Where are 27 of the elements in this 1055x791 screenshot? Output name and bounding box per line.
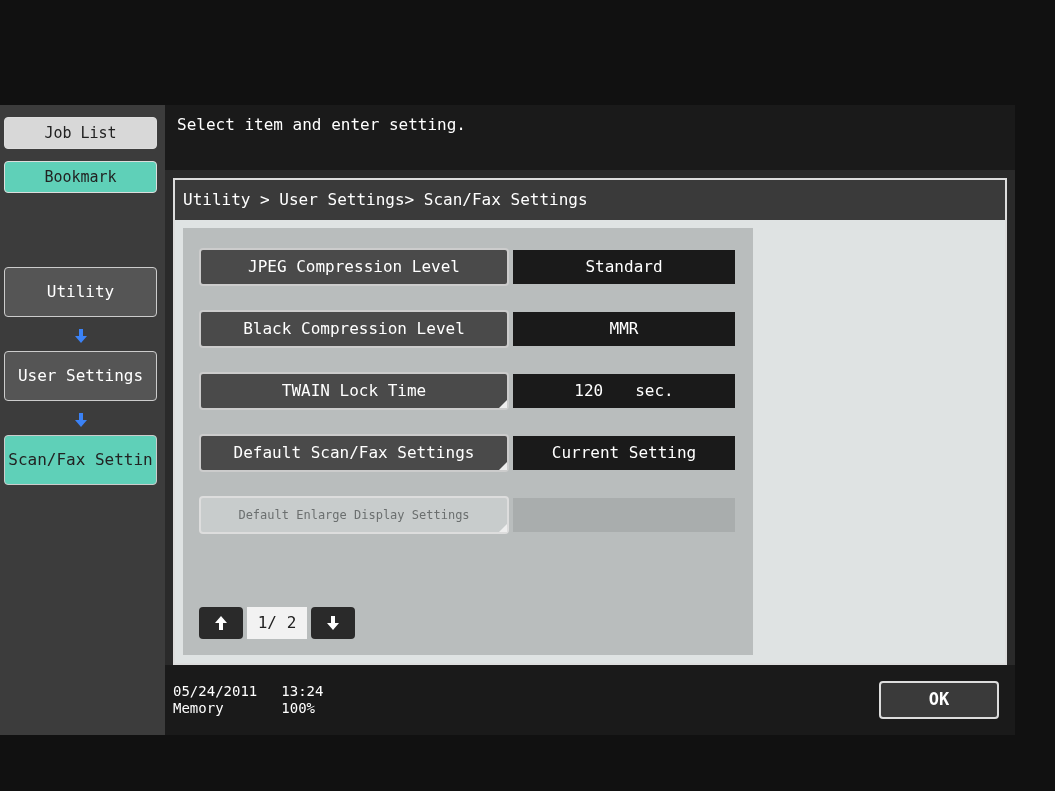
setting-value: MMR bbox=[513, 312, 735, 346]
date-text: 05/24/2011 bbox=[173, 682, 258, 700]
down-arrow-icon bbox=[74, 329, 87, 343]
page-indicator: 1/ 2 bbox=[247, 607, 307, 639]
path-button[interactable]: Utility bbox=[4, 267, 157, 317]
setting-button[interactable]: JPEG Compression Level bbox=[199, 248, 509, 286]
instruction-text: Select item and enter setting. bbox=[177, 115, 466, 134]
setting-button[interactable]: Default Scan/Fax Settings bbox=[199, 434, 509, 472]
down-arrow-icon bbox=[74, 413, 87, 427]
setting-value: Standard bbox=[513, 250, 735, 284]
down-arrow-icon bbox=[327, 616, 339, 630]
memory-label: Memory bbox=[173, 700, 225, 718]
page-up-button[interactable] bbox=[199, 607, 243, 639]
setting-button[interactable]: TWAIN Lock Time bbox=[199, 372, 509, 410]
sidebar-button[interactable]: Bookmark bbox=[4, 161, 157, 193]
time-text: 13:24 bbox=[281, 682, 324, 700]
page-down-button[interactable] bbox=[311, 607, 355, 639]
setting-value: Current Setting bbox=[513, 436, 735, 470]
memory-value: 100% bbox=[281, 700, 316, 718]
path-button[interactable]: User Settings bbox=[4, 351, 157, 401]
setting-value: 120 sec. bbox=[513, 374, 735, 408]
up-arrow-icon bbox=[215, 616, 227, 630]
breadcrumb-bar: Utility > User Settings> Scan/Fax Settings bbox=[175, 180, 1005, 220]
setting-button[interactable]: Black Compression Level bbox=[199, 310, 509, 348]
path-button[interactable]: Scan/Fax Settin bbox=[4, 435, 157, 485]
sidebar-button[interactable]: Job List bbox=[4, 117, 157, 149]
ok-button[interactable]: OK bbox=[879, 681, 999, 719]
